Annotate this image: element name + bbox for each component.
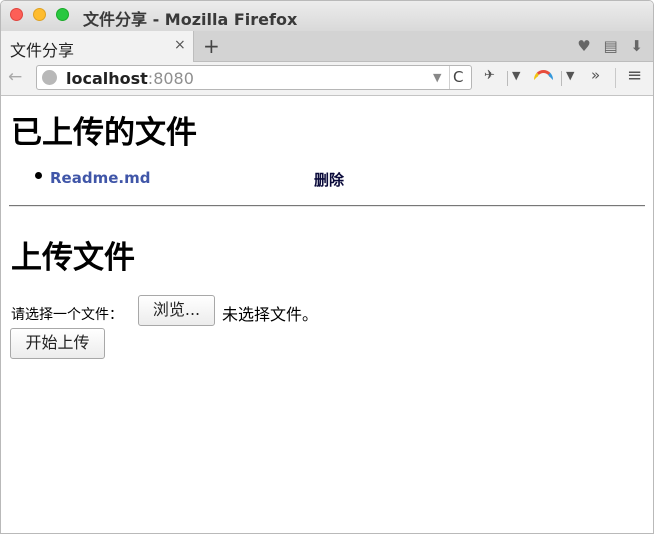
start-upload-button[interactable]: 开始上传	[10, 328, 105, 359]
page-content: 已上传的文件 Readme.md 删除 上传文件 请选择一个文件： 浏览... …	[1, 96, 653, 533]
rainbow-extension-icon[interactable]	[534, 70, 553, 80]
url-bar[interactable]: localhost:8080 ▼ C	[36, 65, 472, 90]
tab-strip: 文件分享 × + ♥ ▤ ⬇	[1, 31, 653, 62]
tab-label: 文件分享	[10, 41, 75, 60]
toolbar-divider	[615, 68, 616, 88]
new-tab-button[interactable]: +	[203, 34, 220, 58]
hamburger-menu-icon[interactable]: ≡	[627, 65, 642, 86]
no-file-selected-text: 未选择文件。	[222, 305, 319, 324]
reload-icon[interactable]: C	[453, 68, 463, 86]
list-bullet	[35, 172, 42, 179]
close-window-button[interactable]	[10, 8, 23, 21]
browse-button[interactable]: 浏览...	[138, 295, 215, 326]
navigation-bar: ← localhost:8080 ▼ C ✈ ▼ ▼ » ≡	[1, 62, 653, 96]
url-port: :8080	[147, 69, 194, 88]
globe-icon	[42, 70, 57, 85]
url-separator	[449, 66, 450, 89]
url-dropdown-icon[interactable]: ▼	[433, 71, 441, 84]
overflow-chevron-icon[interactable]: »	[591, 66, 600, 84]
minimize-window-button[interactable]	[33, 8, 46, 21]
file-link-readme[interactable]: Readme.md	[50, 169, 150, 187]
browser-window: 文件分享 - Mozilla Firefox 文件分享 × + ♥ ▤ ⬇ ← …	[0, 0, 654, 534]
maximize-window-button[interactable]	[56, 8, 69, 21]
tab-close-icon[interactable]: ×	[174, 37, 186, 53]
rainbow-dropdown-icon[interactable]: ▼	[566, 69, 574, 82]
title-bar: 文件分享 - Mozilla Firefox	[1, 1, 653, 31]
upload-file-heading: 上传文件	[11, 240, 135, 276]
toolbar-divider	[561, 71, 562, 86]
window-title: 文件分享 - Mozilla Firefox	[83, 10, 298, 29]
url-host: localhost	[66, 69, 148, 88]
back-icon[interactable]: ←	[8, 67, 22, 87]
pocket-reader-download-icons[interactable]: ♥ ▤ ⬇	[577, 37, 647, 55]
toolbar-divider	[507, 71, 508, 86]
extension-dropdown-icon[interactable]: ▼	[512, 69, 520, 82]
uploaded-files-heading: 已上传的文件	[11, 115, 197, 151]
url-text: localhost:8080	[66, 69, 194, 88]
tab-file-share[interactable]: 文件分享 ×	[1, 31, 194, 62]
extension-icon[interactable]: ✈	[484, 68, 495, 83]
delete-file-link[interactable]: 删除	[314, 169, 344, 190]
section-divider	[9, 205, 645, 207]
choose-file-label: 请选择一个文件：	[11, 307, 123, 323]
